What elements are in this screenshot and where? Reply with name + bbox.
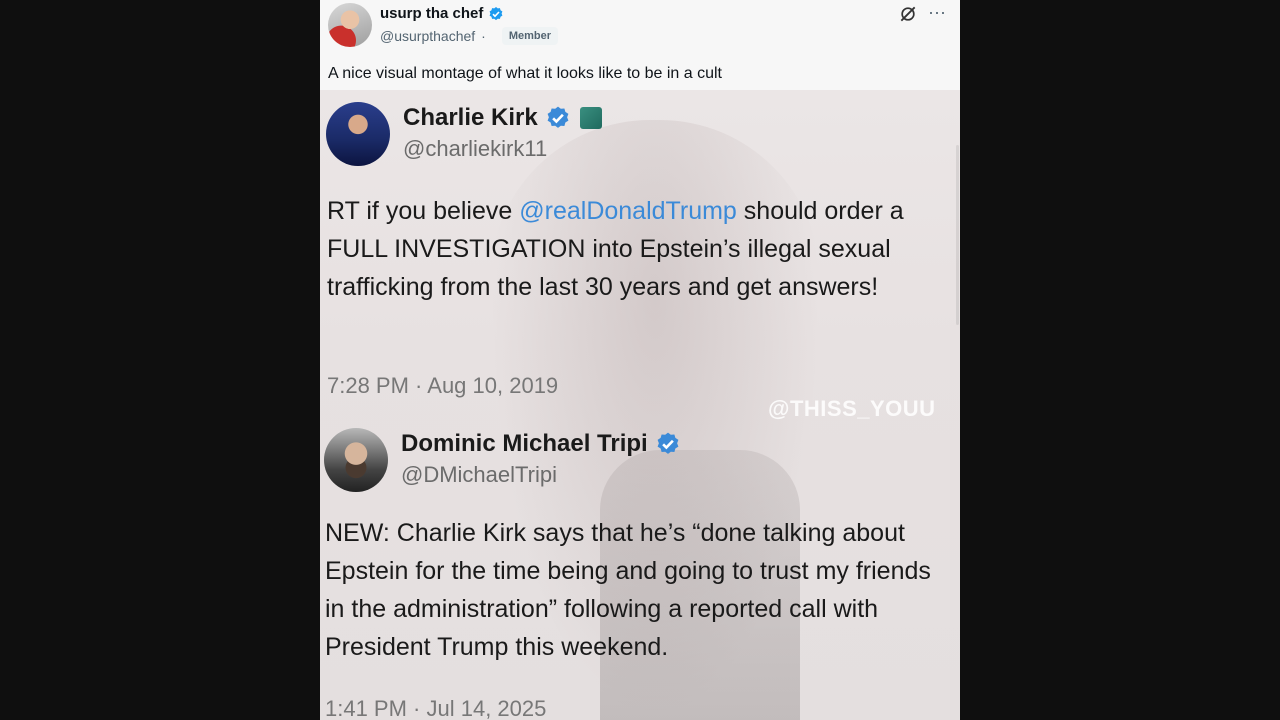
- verified-badge-icon: [657, 432, 679, 454]
- author-avatar[interactable]: [328, 3, 372, 47]
- affiliate-badge-icon: [579, 107, 602, 129]
- verified-badge-icon: [547, 106, 569, 128]
- embedded-handle-2: @DMichaelTripi: [401, 462, 557, 487]
- embedded-name-row-1: Charlie Kirk: [403, 104, 602, 132]
- video-watermark: @THISS_YOUU: [768, 396, 936, 421]
- embedded-avatar-2: [324, 428, 388, 492]
- embedded-body-2: NEW: Charlie Kirk says that he’s “done t…: [325, 519, 931, 661]
- grok-icon[interactable]: [898, 4, 918, 24]
- more-options-icon[interactable]: ···: [926, 2, 948, 24]
- embedded-name-2: Dominic Michael Tripi: [401, 430, 648, 457]
- embedded-avatar-1: [326, 102, 390, 166]
- handle-separator: ·: [481, 28, 486, 44]
- member-badge: Member: [501, 27, 559, 45]
- verified-badge-icon: [489, 6, 503, 20]
- post-frame: usurp tha chef @usurpthachef · Member ··…: [320, 0, 960, 720]
- author-handle[interactable]: @usurpthachef: [380, 28, 475, 44]
- author-handle-row: @usurpthachef · Member: [380, 27, 559, 45]
- embedded-body-1: RT if you believe @realDonaldTrump shoul…: [327, 192, 947, 306]
- author-name-row[interactable]: usurp tha chef: [380, 5, 504, 22]
- embedded-name-1: Charlie Kirk: [403, 104, 538, 131]
- embedded-body-1-pre: RT if you believe: [327, 197, 520, 225]
- author-name[interactable]: usurp tha chef: [380, 5, 483, 22]
- embedded-mention-1: @realDonaldTrump: [519, 197, 737, 225]
- post-header: usurp tha chef @usurpthachef · Member ··…: [320, 0, 960, 90]
- embedded-handle-1: @charliekirk11: [403, 136, 548, 161]
- post-text: A nice visual montage of what it looks l…: [328, 65, 722, 82]
- embedded-time-2: 1:41 PM · Jul 14, 2025: [325, 696, 547, 720]
- video-scroll-track: [956, 145, 959, 325]
- embedded-time-1: 7:28 PM · Aug 10, 2019: [327, 373, 559, 398]
- embedded-name-row-2: Dominic Michael Tripi: [401, 430, 681, 458]
- video-player[interactable]: Charlie Kirk @charliekirk11 RT if you be…: [320, 90, 960, 720]
